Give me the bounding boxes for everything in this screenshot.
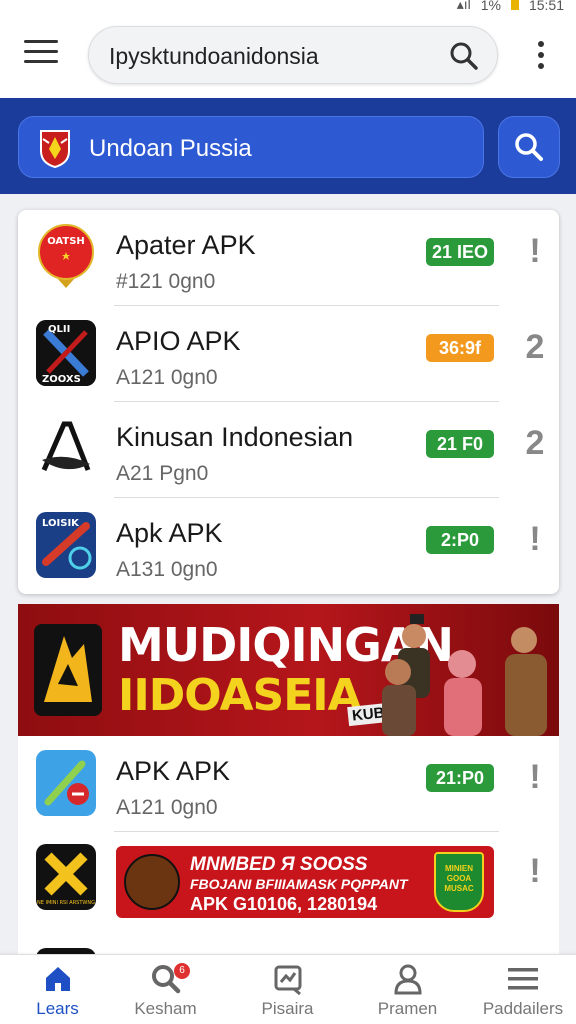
list-item[interactable]: APK APK A121 0gn0 21:P0 !	[18, 736, 559, 832]
region-band: Undoan Pussia	[0, 98, 576, 194]
count-button[interactable]: 2	[520, 328, 550, 367]
list-item[interactable]: Kinusan Indonesian A21 Pgn0 21 F0 2	[18, 402, 559, 498]
promo-line-3: APK G10106, 1280194	[190, 894, 378, 914]
app-title: Apk APK	[116, 518, 223, 548]
app-list-card-2: APK APK A121 0gn0 21:P0 ! NE IMINI RSI A…	[18, 736, 559, 966]
app-icon-text: QLII	[48, 324, 70, 335]
banner-subheadline: IIDOASEIA	[118, 670, 362, 721]
promo-line-2: FBOJANI BFIIIAMASK PQPPANT	[190, 876, 408, 892]
status-badge: 36:9f	[426, 334, 494, 362]
app-subtitle: #121 0gn0	[116, 270, 216, 293]
app-subtitle: A121 0gn0	[116, 366, 218, 389]
region-label: Undoan Pussia	[89, 135, 252, 162]
battery-icon	[510, 0, 519, 10]
chart-icon	[274, 965, 301, 995]
app-icon-text: ZOOXS	[42, 374, 81, 385]
status-bar: ▴ıl 1% 15:51	[0, 0, 576, 14]
nav-label: Pisaira	[261, 999, 314, 1018]
nav-label: Paddailers	[482, 999, 564, 1018]
clock: 15:51	[528, 0, 564, 13]
nav-item-lears[interactable]: Lears	[0, 961, 115, 1023]
region-search-button[interactable]	[498, 116, 560, 178]
promo-strip[interactable]: MNMBED Я SOOSS FBOJANI BFIIIAMASK PQPPAN…	[116, 846, 494, 918]
nav-item-pisaira[interactable]: Pisaira	[230, 961, 345, 1023]
banner-logo	[34, 624, 102, 716]
app-subtitle: A21 Pgn0	[116, 462, 209, 485]
list-item[interactable]: OATSH Apater APK #121 0gn0 21 IEO !	[18, 210, 559, 306]
nav-item-pramen[interactable]: Pramen	[350, 961, 465, 1023]
signal-text: 1%	[480, 0, 501, 13]
nav-label: Kesham	[134, 999, 197, 1018]
app-icon: OATSH	[36, 224, 96, 290]
app-icon: LOISIK	[36, 512, 96, 578]
app-title: Kinusan Indonesian	[116, 422, 354, 452]
owl-logo	[124, 854, 180, 910]
info-button[interactable]: !	[520, 520, 550, 559]
person-icon	[393, 964, 422, 995]
status-badge: 21:P0	[426, 764, 494, 792]
app-title: APIO APK	[116, 326, 241, 356]
count-button[interactable]: 2	[520, 424, 550, 463]
info-button[interactable]: !	[520, 758, 550, 797]
promo-banner[interactable]: MUDIQINGAN IIDOASEIA KUBIKI	[18, 604, 559, 736]
shield-badge: MINIEN GOOA MUSAC	[434, 852, 484, 912]
search-input[interactable]: Ipysktundoanidonsia	[109, 43, 319, 70]
app-subtitle: A121 0gn0	[116, 796, 218, 819]
app-title: APK APK	[116, 756, 231, 786]
hamburger-menu-button[interactable]	[24, 40, 64, 70]
nav-item-kesham[interactable]: 6 Kesham	[108, 961, 223, 1023]
notification-badge: 6	[174, 963, 190, 979]
app-icon-text: NE IMINI RSI ARSTWNG	[37, 900, 95, 906]
emblem-icon	[40, 130, 70, 169]
list-item[interactable]: NE IMINI RSI ARSTWNG MNMBED Я SOOSS FBOJ…	[18, 832, 559, 942]
search-icon	[515, 133, 543, 161]
menu-icon	[508, 968, 538, 990]
status-badge: 21 IEO	[426, 238, 494, 266]
overflow-menu-button[interactable]	[538, 41, 546, 74]
nav-label: Pramen	[377, 999, 438, 1018]
promo-line-1: MNMBED Я SOOSS	[190, 854, 368, 875]
app-title: Apater APK	[116, 230, 256, 260]
nav-label: Lears	[36, 999, 79, 1018]
status-badge: 2:P0	[426, 526, 494, 554]
home-icon	[45, 967, 70, 991]
app-subtitle: A131 0gn0	[116, 558, 218, 581]
banner-people-image	[382, 614, 547, 736]
app-list-card: OATSH Apater APK #121 0gn0 21 IEO ! QLII…	[18, 210, 559, 594]
info-button[interactable]: !	[520, 852, 550, 891]
app-icon-text: OATSH	[47, 236, 85, 247]
app-icon: NE IMINI RSI ARSTWNG	[36, 844, 96, 910]
top-app-bar: Ipysktundoanidonsia	[0, 14, 576, 98]
signal-icon: ▴ıl	[456, 0, 471, 12]
app-icon	[36, 750, 96, 816]
list-item[interactable]: LOISIK Apk APK A131 0gn0 2:P0 !	[18, 498, 559, 594]
app-icon	[36, 416, 96, 482]
region-selector[interactable]: Undoan Pussia	[18, 116, 484, 178]
search-icon[interactable]	[449, 41, 479, 71]
app-icon: QLII ZOOXS	[36, 320, 96, 386]
bottom-navigation: Lears 6 Kesham Pisaira Pramen Paddailers	[0, 954, 576, 1024]
search-bar[interactable]: Ipysktundoanidonsia	[88, 26, 498, 84]
shield-badge-text: MINIEN GOOA MUSAC	[444, 864, 474, 893]
nav-item-paddailers[interactable]: Paddailers	[470, 961, 576, 1023]
info-button[interactable]: !	[520, 232, 550, 271]
status-badge: 21 F0	[426, 430, 494, 458]
list-item[interactable]: QLII ZOOXS APIO APK A121 0gn0 36:9f 2	[18, 306, 559, 402]
app-icon-text: LOISIK	[42, 518, 80, 529]
